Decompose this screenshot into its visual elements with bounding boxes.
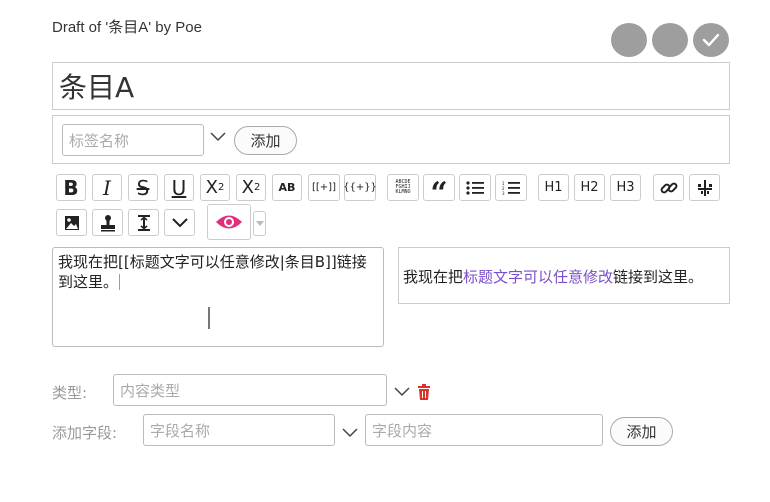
wikilink-label: [[+]]	[312, 182, 336, 193]
excise-icon	[697, 179, 712, 196]
ibeam-cursor	[208, 307, 210, 329]
chevron-down-icon[interactable]	[394, 387, 410, 397]
bold-button[interactable]: B	[56, 174, 86, 201]
strikethrough-button[interactable]: S	[128, 174, 158, 201]
size-icon	[137, 214, 150, 231]
picture-icon	[64, 215, 79, 230]
subscript-button[interactable]: X2	[236, 174, 266, 201]
heading-1-label: H1	[544, 180, 563, 195]
wikilink-button[interactable]: [[+]]	[308, 174, 340, 201]
chevron-down-icon[interactable]	[342, 428, 358, 438]
draft-title: Draft of '条目A' by Poe	[52, 19, 202, 36]
text-caret	[119, 274, 121, 290]
size-button[interactable]	[128, 209, 159, 236]
transclude-label: {{+}}	[343, 182, 377, 193]
more-button[interactable]	[164, 209, 195, 236]
eye-icon	[216, 215, 242, 229]
heading-2-button[interactable]: H2	[574, 174, 605, 201]
preview-link[interactable]: 标题文字可以任意修改	[463, 268, 613, 286]
quote-button[interactable]: “	[423, 174, 455, 211]
strikethrough-label: S	[136, 175, 150, 200]
preview-pane: 我现在把标题文字可以任意修改链接到这里。	[398, 247, 730, 304]
chevron-down-icon	[171, 217, 188, 227]
italic-label: I	[103, 175, 111, 200]
save-button[interactable]	[693, 23, 729, 57]
preview-dropdown-button[interactable]	[253, 211, 266, 236]
field-value-input[interactable]: 字段内容	[365, 414, 603, 446]
link-button[interactable]	[653, 174, 684, 201]
add-field-button[interactable]: 添加	[610, 417, 673, 446]
heading-3-button[interactable]: H3	[610, 174, 641, 201]
smallcaps-button[interactable]: AB	[272, 174, 302, 201]
trash-icon[interactable]	[417, 384, 431, 400]
monospace-button[interactable]: ABCDE FGHIJ KLMNO	[387, 174, 419, 201]
svg-text:3: 3	[502, 191, 505, 195]
caret-down-icon	[255, 220, 264, 226]
stamp-button[interactable]	[92, 209, 123, 236]
preview-text-after: 链接到这里。	[613, 268, 704, 286]
heading-3-label: H3	[616, 180, 635, 195]
heading-2-label: H2	[580, 180, 599, 195]
underline-button[interactable]: U	[164, 174, 194, 201]
tag-row: 标签名称 添加	[52, 115, 730, 164]
numbered-list-button[interactable]: 123	[495, 174, 527, 201]
preview-text-before: 我现在把	[403, 268, 464, 286]
superscript-button[interactable]: X2	[200, 174, 230, 201]
italic-button[interactable]: I	[92, 174, 122, 201]
heading-1-button[interactable]: H1	[538, 174, 569, 201]
preview-toggle-button[interactable]	[207, 204, 251, 240]
title-input[interactable]: 条目A	[52, 62, 730, 110]
bold-label: B	[63, 175, 79, 200]
superscript-label: X	[205, 177, 218, 198]
smallcaps-label: AB	[278, 181, 296, 194]
editor-text: 我现在把[[标题文字可以任意修改|条目B]]链接到这里。	[58, 253, 367, 291]
underline-label: U	[171, 175, 187, 200]
monospace-label: ABCDE FGHIJ KLMNO	[395, 179, 411, 195]
quote-icon: “	[430, 176, 448, 211]
subscript-mark: 2	[253, 182, 261, 193]
bulleted-list-button[interactable]	[459, 174, 491, 201]
link-icon	[660, 182, 677, 193]
transclude-button[interactable]: {{+}}	[343, 174, 377, 201]
add-tag-button[interactable]: 添加	[234, 126, 297, 155]
delete-draft-button[interactable]	[652, 23, 688, 57]
picture-button[interactable]	[56, 209, 87, 236]
tag-name-input[interactable]: 标签名称	[62, 124, 204, 156]
cancel-button[interactable]	[611, 23, 647, 57]
subscript-label: X	[241, 177, 254, 198]
check-icon	[702, 33, 720, 47]
chevron-down-icon[interactable]	[210, 132, 226, 142]
field-name-input[interactable]: 字段名称	[143, 414, 335, 446]
add-field-label: 添加字段:	[52, 424, 118, 442]
numbered-list-icon: 123	[502, 181, 520, 195]
superscript-mark: 2	[217, 182, 225, 193]
editor-textarea[interactable]: 我现在把[[标题文字可以任意修改|条目B]]链接到这里。	[52, 247, 384, 347]
stamp-icon	[100, 214, 115, 231]
bulleted-list-icon	[466, 180, 484, 195]
content-type-input[interactable]: 内容类型	[113, 374, 387, 406]
excise-button[interactable]	[689, 174, 720, 201]
type-label: 类型:	[52, 384, 88, 402]
